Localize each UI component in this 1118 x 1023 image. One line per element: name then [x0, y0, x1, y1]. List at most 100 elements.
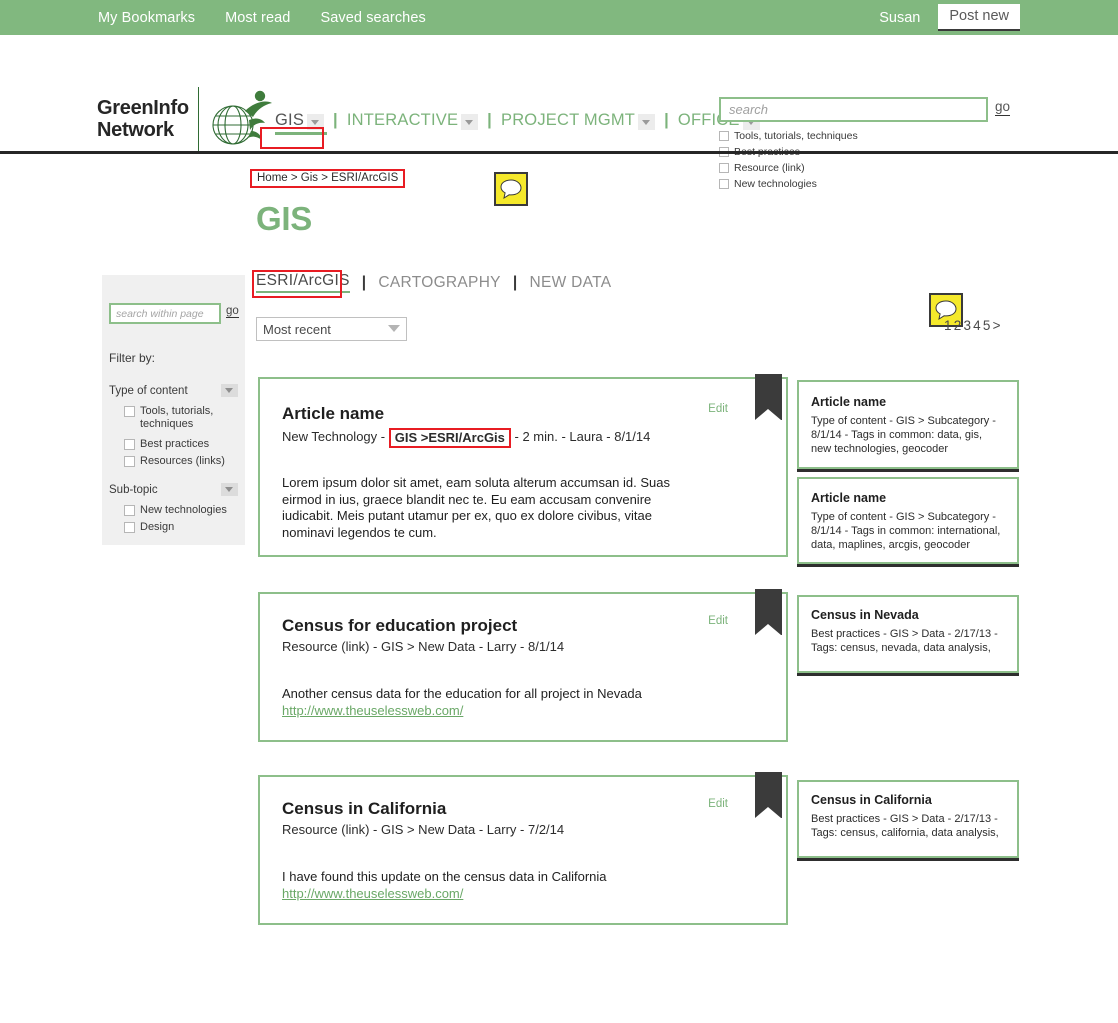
top-utility-bar: My Bookmarks Most read Saved searches Su…	[0, 0, 1118, 35]
card-body: I have found this update on the census d…	[282, 869, 607, 884]
filter-option-new-technologies-label: New technologies	[140, 504, 227, 516]
post-new-button[interactable]: Post new	[938, 3, 1020, 32]
search-filter-checkboxes: Tools, tutorials, techniques Best practi…	[719, 130, 1029, 194]
card-external-link[interactable]: http://www.theuselessweb.com/	[282, 703, 463, 718]
search-filter-resource-link[interactable]: Resource (link)	[719, 162, 877, 174]
tab-separator-2: |	[512, 273, 518, 291]
card-edit-button[interactable]: Edit	[708, 798, 728, 810]
search-filter-column-right: Resource (link) New technologies	[719, 162, 877, 194]
card-meta: Resource (link) - GIS > New Data - Larry…	[282, 822, 565, 837]
search-filter-resource-link-label: Resource (link)	[734, 162, 805, 174]
chevron-down-icon[interactable]	[221, 384, 238, 397]
pagination-page-1[interactable]: 1	[944, 318, 954, 333]
bookmark-ribbon-icon[interactable]	[755, 772, 782, 818]
checkbox-icon[interactable]	[124, 406, 135, 417]
filter-option-resources[interactable]: Resources (links)	[124, 455, 242, 468]
content-card[interactable]: Census in California Resource (link) - G…	[258, 775, 788, 925]
annotation-highlight-nav	[260, 127, 324, 149]
bookmark-ribbon-icon[interactable]	[755, 374, 782, 420]
search-filter-tools[interactable]: Tools, tutorials, techniques	[719, 130, 877, 142]
card-title: Census for education project	[282, 616, 518, 635]
top-nav-links: My Bookmarks Most read Saved searches	[98, 0, 426, 35]
filter-group-heading-sub-topic: Sub-topic	[109, 484, 158, 496]
filter-sidebar: go Filter by: Type of content Tools, tut…	[102, 275, 245, 545]
card-title: Article name	[282, 404, 385, 423]
card-meta-pre: New Technology -	[282, 429, 389, 444]
filter-option-best-practices[interactable]: Best practices	[124, 438, 239, 451]
tab-separator-1: |	[361, 273, 367, 291]
site-logo[interactable]: GreenInfo Network	[97, 87, 272, 151]
related-card[interactable]: Census in California Best practices - GI…	[797, 780, 1019, 858]
sidebar-search-input[interactable]	[109, 303, 221, 324]
related-card-title: Article name	[811, 491, 887, 505]
checkbox-icon[interactable]	[719, 131, 729, 141]
pagination-page-2[interactable]: 2	[954, 318, 964, 333]
filter-option-resources-label: Resources (links)	[140, 455, 225, 467]
annotation-highlight-tab	[252, 270, 342, 298]
filter-option-new-technologies[interactable]: New technologies	[124, 504, 242, 517]
pagination-page-4[interactable]: 4	[973, 318, 983, 333]
top-link-my-bookmarks[interactable]: My Bookmarks	[98, 10, 195, 26]
filter-option-tools[interactable]: Tools, tutorials, techniques	[124, 405, 234, 431]
filter-group-heading-type-of-content: Type of content	[109, 385, 188, 397]
card-body: Lorem ipsum dolor sit amet, eam soluta a…	[282, 475, 671, 540]
card-meta: Resource (link) - GIS > New Data - Larry…	[282, 639, 565, 654]
related-card-meta: Type of content - GIS > Subcategory - 8/…	[811, 511, 1001, 551]
content-card[interactable]: Article name New Technology - GIS >ESRI/…	[258, 377, 788, 557]
checkbox-icon[interactable]	[124, 522, 135, 533]
bookmark-ribbon-icon[interactable]	[755, 589, 782, 635]
related-card-meta: Best practices - GIS > Data - 2/17/13 - …	[811, 628, 998, 654]
card-edit-button[interactable]: Edit	[708, 615, 728, 627]
nav-item-project-mgmt[interactable]: PROJECT MGMT	[501, 111, 656, 130]
filter-option-tools-label: Tools, tutorials, techniques	[140, 405, 214, 430]
related-card-title: Census in Nevada	[811, 608, 919, 622]
comment-bubble-icon[interactable]	[494, 172, 528, 206]
search-input[interactable]	[719, 97, 988, 122]
checkbox-icon[interactable]	[124, 505, 135, 516]
logo-wordmark: GreenInfo Network	[97, 97, 198, 141]
tab-cartography[interactable]: CARTOGRAPHY	[378, 274, 500, 292]
related-card-title: Census in California	[811, 793, 932, 807]
pagination-next[interactable]: >	[993, 318, 1003, 333]
related-card-title: Article name	[811, 395, 887, 409]
nav-item-interactive-label: INTERACTIVE	[346, 111, 459, 129]
page-title: GIS	[256, 200, 312, 237]
card-external-link[interactable]: http://www.theuselessweb.com/	[282, 886, 463, 901]
search-filter-column-left: Tools, tutorials, techniques Best practi…	[719, 130, 877, 162]
card-edit-button[interactable]: Edit	[708, 403, 728, 415]
tab-new-data[interactable]: NEW DATA	[529, 274, 611, 292]
pagination-page-5[interactable]: 5	[983, 318, 993, 333]
sort-dropdown[interactable]: Most recent	[256, 317, 407, 341]
related-card[interactable]: Article name Type of content - GIS > Sub…	[797, 477, 1019, 564]
checkbox-icon[interactable]	[124, 439, 135, 450]
filter-option-best-practices-label: Best practices	[140, 438, 210, 450]
related-card-meta: Type of content - GIS > Subcategory - 8/…	[811, 415, 996, 455]
nav-separator-1: |	[333, 111, 338, 129]
card-title: Census in California	[282, 799, 447, 818]
pagination-page-3[interactable]: 3	[963, 318, 973, 333]
search-go-button[interactable]: go	[995, 99, 1011, 116]
checkbox-icon[interactable]	[719, 163, 729, 173]
breadcrumb[interactable]: Home > Gis > ESRI/ArcGIS	[250, 169, 406, 188]
logo-globe-runner-icon	[197, 87, 272, 151]
nav-item-interactive[interactable]: INTERACTIVE	[346, 111, 479, 130]
content-card[interactable]: Census for education project Resource (l…	[258, 592, 788, 742]
search-filter-new-technologies[interactable]: New technologies	[719, 178, 877, 190]
sidebar-search-go-button[interactable]: go	[226, 305, 239, 318]
related-card[interactable]: Article name Type of content - GIS > Sub…	[797, 380, 1019, 469]
checkbox-icon[interactable]	[124, 456, 135, 467]
top-link-saved-searches[interactable]: Saved searches	[320, 10, 425, 26]
chevron-down-icon[interactable]	[461, 113, 479, 130]
related-card[interactable]: Census in Nevada Best practices - GIS > …	[797, 595, 1019, 673]
card-meta-category-highlight[interactable]: GIS >ESRI/ArcGis	[388, 428, 511, 448]
card-meta: New Technology - GIS >ESRI/ArcGis - 2 mi…	[282, 427, 722, 448]
chevron-down-icon[interactable]	[221, 483, 238, 496]
search-filter-tools-label: Tools, tutorials, techniques	[734, 130, 858, 142]
top-link-most-read[interactable]: Most read	[225, 10, 290, 26]
related-card-meta: Best practices - GIS > Data - 2/17/13 - …	[811, 813, 999, 839]
filter-option-design-label: Design	[140, 521, 175, 533]
checkbox-icon[interactable]	[719, 179, 729, 189]
user-name[interactable]: Susan	[879, 10, 920, 26]
chevron-down-icon[interactable]	[638, 113, 656, 130]
filter-option-design[interactable]: Design	[124, 521, 242, 534]
